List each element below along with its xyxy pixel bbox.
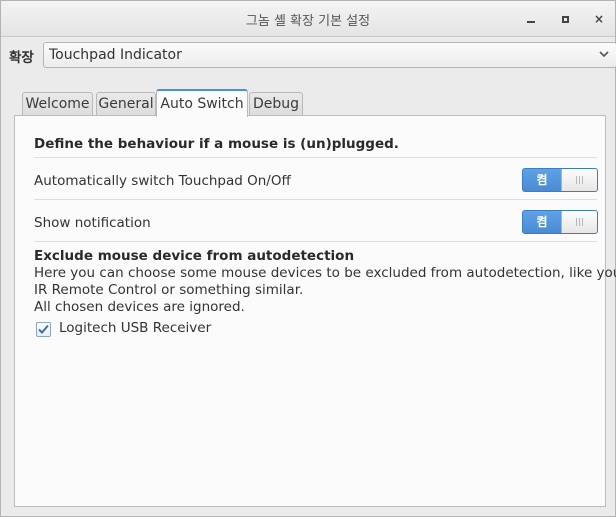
toggle-knob — [561, 211, 597, 233]
checkmark-icon — [38, 324, 49, 334]
close-button[interactable]: × — [589, 9, 609, 29]
exclude-description-line: Here you can choose some mouse devices t… — [34, 265, 616, 281]
exclude-description-line: All chosen devices are ignored. — [34, 299, 245, 315]
notification-toggle[interactable]: 켬 — [522, 210, 598, 234]
grip-line — [576, 176, 577, 184]
preferences-window: 그놈 셸 확장 기본 설정 × 확장 Touchpad Indicator We… — [0, 0, 616, 517]
device-checkbox[interactable] — [36, 322, 51, 337]
tab-auto-switch[interactable]: Auto Switch — [156, 89, 248, 117]
auto-switch-panel: Define the behaviour if a mouse is (un)p… — [14, 115, 616, 507]
maximize-icon — [561, 15, 569, 23]
close-icon: × — [593, 12, 605, 26]
grip-line — [582, 176, 583, 184]
tab-welcome[interactable]: Welcome — [22, 92, 93, 116]
toggle-on-label: 켬 — [536, 173, 548, 187]
minimize-icon — [527, 21, 535, 23]
maximize-button[interactable] — [555, 9, 575, 29]
extension-label: 확장 — [9, 50, 34, 66]
toggle-knob — [561, 169, 597, 191]
grip-line — [579, 176, 580, 184]
divider — [34, 199, 597, 200]
titlebar[interactable]: 그놈 셸 확장 기본 설정 × — [1, 1, 615, 37]
extension-selector-row: 확장 Touchpad Indicator — [9, 42, 616, 68]
exclude-heading: Exclude mouse device from autodetection — [34, 248, 355, 264]
tab-general[interactable]: General — [96, 92, 156, 116]
exclude-description-line: IR Remote Control or something similar. — [34, 282, 304, 298]
device-label[interactable]: Logitech USB Receiver — [59, 320, 211, 336]
auto-switch-toggle[interactable]: 켬 — [522, 168, 598, 192]
grip-line — [579, 218, 580, 226]
notification-label: Show notification — [34, 215, 151, 231]
extension-dropdown[interactable]: Touchpad Indicator — [43, 42, 616, 68]
divider — [34, 241, 597, 242]
grip-line — [576, 218, 577, 226]
divider — [34, 157, 597, 158]
chevron-down-icon — [599, 51, 609, 58]
behaviour-heading: Define the behaviour if a mouse is (un)p… — [34, 136, 399, 152]
minimize-button[interactable] — [521, 9, 541, 29]
grip-line — [582, 218, 583, 226]
tab-debug[interactable]: Debug — [249, 92, 303, 116]
toggle-on-label: 켬 — [536, 215, 548, 229]
extension-dropdown-value: Touchpad Indicator — [49, 47, 182, 63]
auto-switch-label: Automatically switch Touchpad On/Off — [34, 173, 291, 189]
